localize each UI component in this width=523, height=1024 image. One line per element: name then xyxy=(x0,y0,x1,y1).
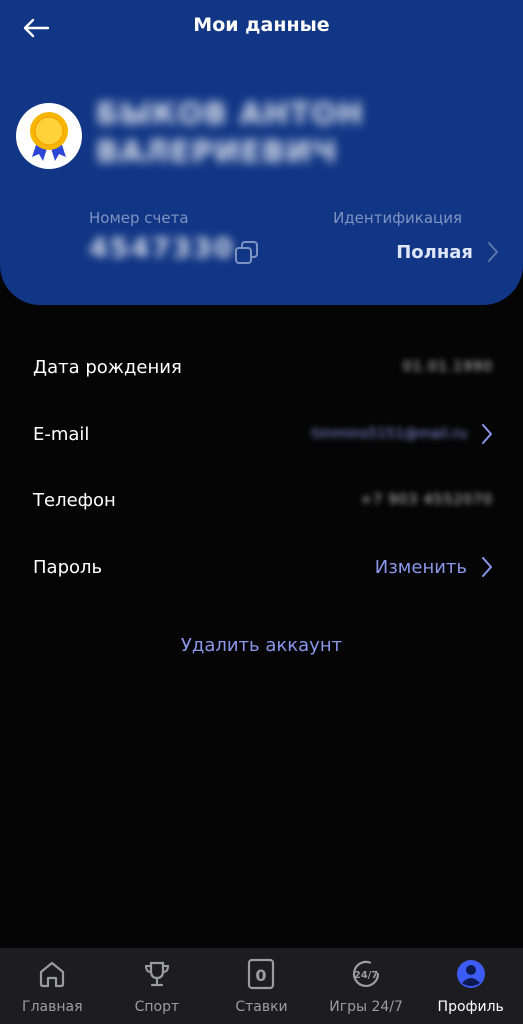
copy-icon xyxy=(235,241,258,264)
nav-item-home[interactable]: Главная xyxy=(0,958,104,1015)
chevron-right-icon xyxy=(488,242,498,262)
profile-header-card: Мои данные БЫКОВ АНТОН ВАЛЕРИЕВИЧ Номер … xyxy=(0,0,523,305)
avatar[interactable] xyxy=(16,103,82,169)
chevron-right-icon xyxy=(482,424,492,444)
nav-label-home: Главная xyxy=(22,999,83,1015)
email-label: E-mail xyxy=(33,423,90,445)
nav-item-profile[interactable]: Профиль xyxy=(419,958,523,1015)
copy-account-button[interactable] xyxy=(232,238,262,268)
change-password-link[interactable]: Изменить xyxy=(375,557,467,578)
nav-label-bets: Ставки xyxy=(235,999,288,1015)
identification-label: Идентификация xyxy=(333,209,462,227)
nav-label-sport: Спорт xyxy=(134,999,180,1015)
screen: Мои данные БЫКОВ АНТОН ВАЛЕРИЕВИЧ Номер … xyxy=(0,0,523,1024)
identification-value: Полная xyxy=(396,241,473,263)
bets-icon: 0 xyxy=(248,958,275,990)
medal-icon xyxy=(30,112,68,161)
password-row[interactable]: Пароль Изменить xyxy=(0,547,523,587)
email-value: timmins5151@mail.ru xyxy=(311,426,467,442)
phone-value: +7 903 4552070 xyxy=(360,492,493,508)
delete-account-link[interactable]: Удалить аккаунт xyxy=(0,635,523,656)
games-24-7-icon: 24/7 xyxy=(352,960,380,987)
bets-count-badge: 0 xyxy=(256,966,267,985)
nav-item-games[interactable]: 24/7 Игры 24/7 xyxy=(314,958,418,1015)
chevron-right-icon xyxy=(482,557,492,577)
profile-icon xyxy=(456,960,485,988)
identification-row[interactable]: Полная xyxy=(396,241,499,263)
phone-row: Телефон +7 903 4552070 xyxy=(0,480,523,520)
page-title: Мои данные xyxy=(193,14,330,36)
trophy-icon xyxy=(144,961,169,987)
password-label: Пароль xyxy=(33,556,103,578)
bottom-navigation: Главная Спорт 0 Ставки 24/7 Игры 24/7 Пр… xyxy=(0,948,523,1024)
birth-date-row: Дата рождения 01.01.1990 xyxy=(0,347,523,387)
birth-date-label: Дата рождения xyxy=(33,356,182,378)
account-number-value: 4547330 xyxy=(89,233,235,264)
account-number-label: Номер счета xyxy=(89,209,189,227)
user-full-name: БЫКОВ АНТОН ВАЛЕРИЕВИЧ xyxy=(96,97,364,170)
nav-label-profile: Профиль xyxy=(437,999,504,1015)
email-row[interactable]: E-mail timmins5151@mail.ru xyxy=(0,414,523,454)
nav-label-games: Игры 24/7 xyxy=(329,999,403,1015)
home-icon xyxy=(40,961,65,988)
nav-item-bets[interactable]: 0 Ставки xyxy=(209,958,313,1015)
games-24-7-badge: 24/7 xyxy=(354,970,379,981)
phone-label: Телефон xyxy=(33,489,116,511)
birth-date-value: 01.01.1990 xyxy=(402,359,493,375)
nav-item-sport[interactable]: Спорт xyxy=(105,958,209,1015)
